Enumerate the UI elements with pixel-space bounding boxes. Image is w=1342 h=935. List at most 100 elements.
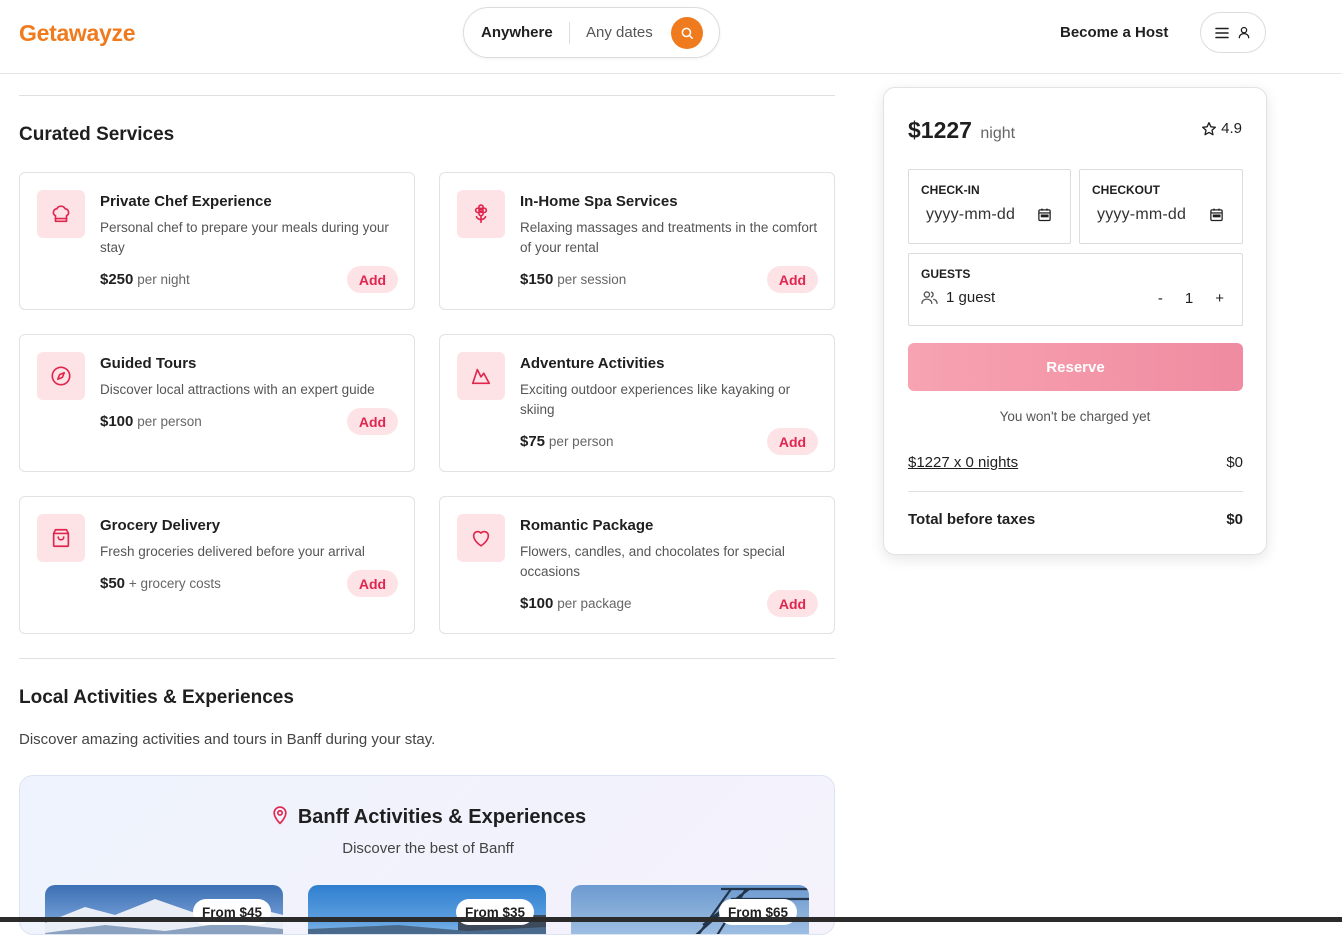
divider [19,95,835,96]
divider [19,658,835,659]
service-description: Personal chef to prepare your meals duri… [100,220,389,255]
service-title: Guided Tours [100,355,197,372]
checkout-field[interactable]: CHECKOUT yyyy-mm-dd [1079,169,1243,244]
logo[interactable]: Getawayze [19,20,136,47]
search-location[interactable]: Anywhere [481,24,553,41]
guests-stepper: - 1 + [1158,290,1224,307]
star-icon [1202,121,1217,135]
user-menu-button[interactable] [1200,12,1266,53]
service-card-romantic: Romantic Package Flowers, candles, and c… [439,496,835,634]
activity-card[interactable]: From $65 [571,885,809,934]
service-title: Adventure Activities [520,355,665,372]
bottom-edge [0,917,1342,922]
service-card-guided-tours: Guided Tours Discover local attractions … [19,334,415,472]
service-price: $100 per package [520,595,632,612]
price-breakdown-row: $1227 x 0 nights $0 [908,454,1243,471]
price-amount: $1227 [908,117,972,143]
total-row: Total before taxes $0 [908,511,1243,528]
add-button[interactable]: Add [767,266,818,293]
rating-value: 4.9 [1221,120,1242,137]
activity-card[interactable]: From $45 [45,885,283,934]
divider [908,491,1243,492]
service-card-grocery: Grocery Delivery Fresh groceries deliver… [19,496,415,634]
nights-total: $0 [1226,454,1243,471]
become-host-link[interactable]: Become a Host [1060,24,1168,41]
price-amount: $50 [100,575,126,592]
checkin-input[interactable]: yyyy-mm-dd [926,206,1015,224]
price-unit: + grocery costs [128,576,221,591]
add-button[interactable]: Add [347,570,398,597]
service-description: Exciting outdoor experiences like kayaki… [520,382,791,417]
service-description: Discover local attractions with an exper… [100,382,375,397]
local-activities-subtitle: Discover amazing activities and tours in… [19,731,436,748]
search-dates[interactable]: Any dates [586,24,653,41]
stepper-value: 1 [1184,290,1194,307]
price-amount: $100 [520,595,554,612]
add-button[interactable]: Add [767,590,818,617]
price-unit: per person [548,434,614,449]
calendar-icon[interactable] [1037,207,1052,222]
service-price: $100 per person [100,413,202,430]
price-amount: $250 [100,271,134,288]
activity-card[interactable]: From $35 [308,885,546,934]
price-amount: $150 [520,271,554,288]
total-value: $0 [1226,511,1243,528]
local-activities-title: Local Activities & Experiences [19,687,294,708]
service-title: In-Home Spa Services [520,193,678,210]
add-button[interactable]: Add [347,266,398,293]
user-icon [1238,26,1250,39]
search-bar[interactable]: Anywhere Any dates [463,7,720,58]
heart-icon [457,514,505,562]
search-button[interactable] [671,17,703,49]
charge-note: You won't be charged yet [999,409,1151,424]
service-price: $75 per person [520,433,613,450]
checkin-label: CHECK-IN [921,183,980,197]
price-amount: $75 [520,433,546,450]
increment-button[interactable]: + [1215,290,1224,307]
service-price: $50 + grocery costs [100,575,221,592]
reserve-button[interactable]: Reserve [908,343,1243,391]
banff-title: Banff Activities & Experiences [20,804,834,829]
decrement-button[interactable]: - [1158,290,1163,307]
service-title: Private Chef Experience [100,193,272,210]
checkout-input[interactable]: yyyy-mm-dd [1097,206,1186,224]
add-button[interactable]: Add [347,408,398,435]
search-icon [681,27,694,40]
price-unit: per night [137,272,190,287]
chef-hat-icon [37,190,85,238]
banff-title-text: Banff Activities & Experiences [297,806,587,828]
calendar-icon[interactable] [1209,207,1224,222]
guests-field: GUESTS 1 guest - 1 + [908,253,1243,326]
price-unit: per package [557,596,632,611]
guests-value: 1 guest [921,289,995,306]
checkin-field[interactable]: CHECK-IN yyyy-mm-dd [908,169,1071,244]
price-unit: night [980,125,1016,142]
nights-breakdown[interactable]: $1227 x 0 nights [908,454,1018,471]
service-card-private-chef: Private Chef Experience Personal chef to… [19,172,415,310]
service-description: Relaxing massages and treatments in the … [520,220,818,255]
search-divider [569,22,570,44]
price-unit: per session [557,272,627,287]
service-price: $250 per night [100,271,190,288]
curated-services-title: Curated Services [19,124,175,145]
mountain-icon [457,352,505,400]
menu-icon [1215,27,1229,38]
map-pin-icon [273,806,287,825]
total-label: Total before taxes [908,511,1036,528]
price-amount: $100 [100,413,134,430]
banff-activities-panel: Banff Activities & Experiences Discover … [19,775,835,935]
guests-count-text: 1 guest [946,289,996,306]
guests-label: GUESTS [921,267,971,281]
booking-card: $1227 night 4.9 CHECK-IN yyyy-mm-dd CHEC… [883,87,1267,555]
service-title: Grocery Delivery [100,517,221,534]
checkout-label: CHECKOUT [1092,183,1160,197]
service-description: Flowers, candles, and chocolates for spe… [520,544,785,579]
add-button[interactable]: Add [767,428,818,455]
price-unit: per person [137,414,202,429]
service-title: Romantic Package [520,517,654,534]
top-nav: Getawayze Anywhere Any dates Become a Ho… [0,0,1342,74]
compass-icon [37,352,85,400]
service-description: Fresh groceries delivered before your ar… [100,544,365,559]
rating: 4.9 [1201,120,1242,137]
service-price: $150 per session [520,271,626,288]
